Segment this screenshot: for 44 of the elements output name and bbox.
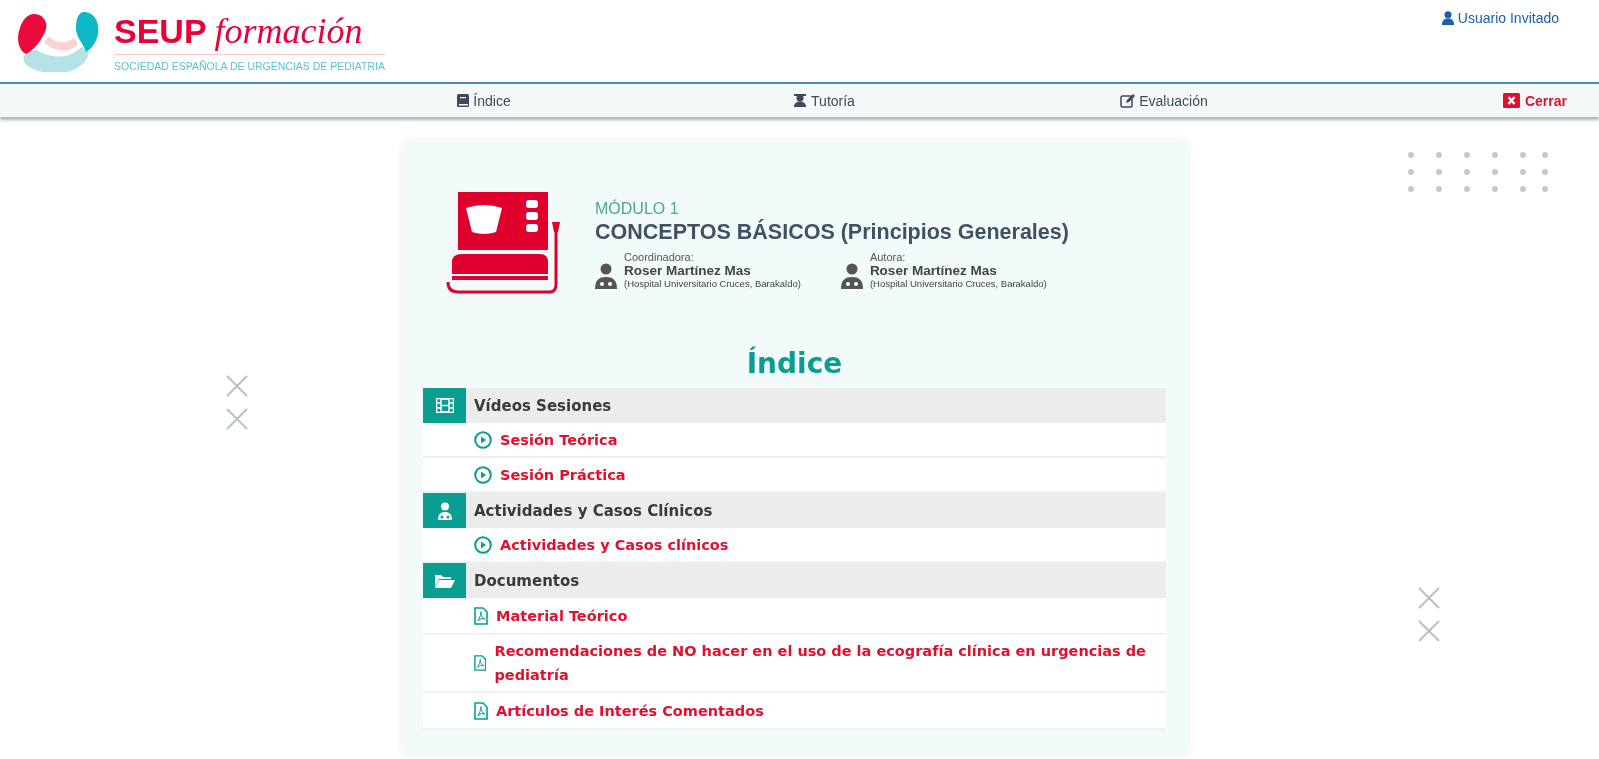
logo-subtitle: SOCIEDAD ESPAÑOLA DE URGENCIAS DE PEDIATRIA bbox=[114, 60, 385, 72]
pdf-icon bbox=[474, 654, 487, 672]
edit-icon bbox=[1120, 93, 1136, 108]
cross-marks-drawing bbox=[226, 375, 248, 430]
play-icon bbox=[474, 465, 492, 484]
resource-link[interactable]: Sesión Práctica bbox=[500, 462, 626, 487]
close-icon bbox=[1502, 93, 1520, 108]
resource-link[interactable]: Recomendaciones de NO hacer en el uso de la ecografía clínica en urgencias de pediatría bbox=[494, 639, 1146, 687]
resource-link[interactable]: Material Teórico bbox=[496, 603, 628, 628]
film-icon bbox=[435, 398, 454, 413]
resource-link[interactable]: Actividades y Casos clínicos bbox=[500, 532, 729, 557]
book-icon bbox=[457, 94, 470, 107]
doctor-icon bbox=[840, 263, 863, 289]
user-link[interactable]: Usuario Invitado bbox=[1441, 9, 1559, 27]
teacher-icon bbox=[793, 94, 808, 107]
section-title: Documentos bbox=[474, 571, 580, 590]
role-label: Coordinadora: bbox=[624, 251, 695, 263]
folder-icon bbox=[434, 573, 455, 588]
nav-link[interactable]: Evaluación bbox=[1120, 92, 1208, 109]
pdf-icon bbox=[474, 701, 488, 720]
section-title: Vídeos Sesiones bbox=[474, 396, 612, 415]
play-icon bbox=[474, 430, 492, 449]
play-icon bbox=[474, 535, 492, 554]
module-label: MÓDULO 1 bbox=[595, 200, 680, 218]
nav-link[interactable]: Índice bbox=[457, 92, 511, 109]
pdf-icon bbox=[474, 606, 488, 625]
logo-script-text: formación bbox=[214, 10, 363, 52]
index-heading: Índice bbox=[745, 347, 844, 380]
logo-title: SEUP bbox=[114, 12, 207, 51]
module-title: CONCEPTOS BÁSICOS (Principios Generales) bbox=[595, 220, 1069, 245]
person-name: Roser Martínez Mas bbox=[624, 263, 752, 278]
nav-link[interactable]: Tutoría bbox=[793, 92, 855, 109]
role-label: Autora: bbox=[869, 251, 907, 263]
doctor-icon bbox=[595, 263, 617, 289]
affiliation-text: (Hospital Universitario Cruces, Barakaldo) bbox=[869, 278, 1047, 289]
doctor-icon bbox=[436, 501, 453, 520]
resource-link[interactable]: Artículos de Interés Comentados bbox=[496, 698, 764, 723]
close-button[interactable]: Cerrar bbox=[1502, 92, 1567, 109]
resource-link[interactable]: Sesión Teórica bbox=[500, 427, 618, 452]
person-name: Roser Martínez Mas bbox=[869, 263, 998, 278]
affiliation-text: (Hospital Universitario Cruces, Barakaldo) bbox=[624, 278, 801, 289]
cross-marks-drawing bbox=[1418, 587, 1440, 642]
user-icon bbox=[1441, 11, 1454, 25]
section-title: Actividades y Casos Clínicos bbox=[474, 501, 713, 520]
